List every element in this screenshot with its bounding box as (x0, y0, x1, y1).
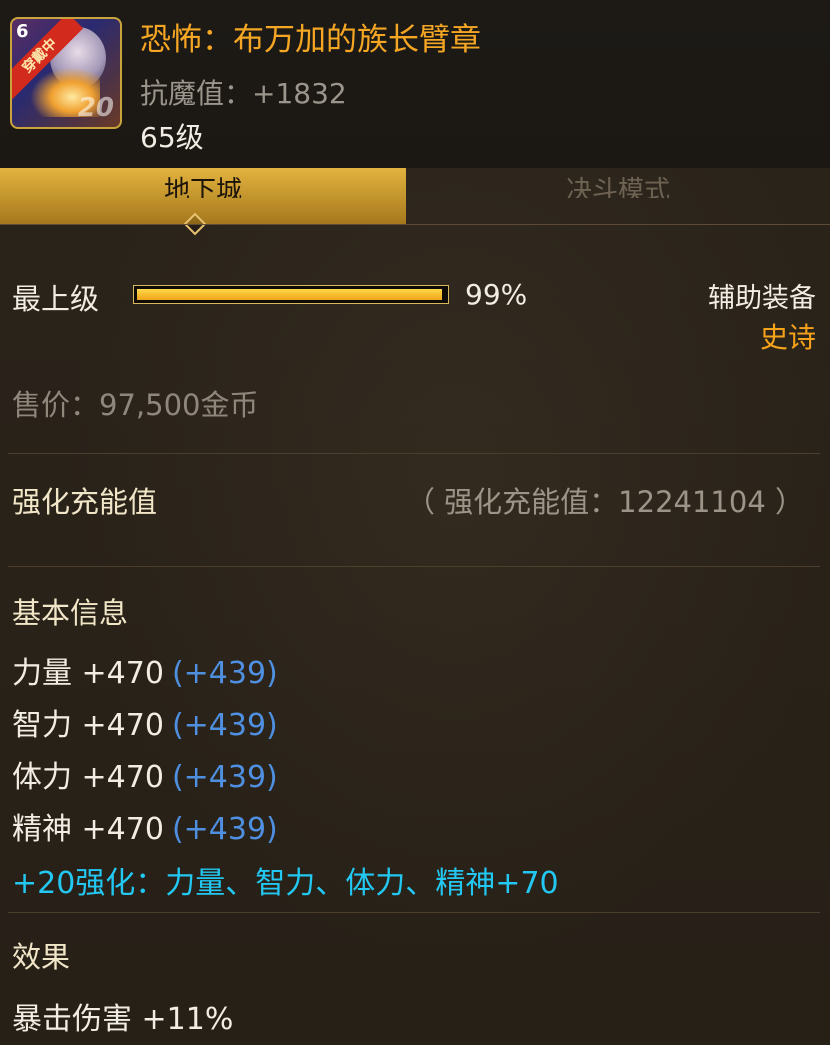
icon-enhance-level: 20 (77, 93, 114, 123)
stat-text: 体力 +470 (12, 760, 164, 795)
divider (8, 566, 820, 567)
tab-pvp-label: 决斗模式 (565, 176, 670, 198)
item-name: 恐怖：布万加的族长臂章 (140, 22, 481, 58)
divider (8, 912, 820, 913)
stat-bonus: (+439) (171, 656, 278, 691)
rarity-badge: 史诗 (759, 321, 816, 354)
tab-dungeon-label: 地下城 (163, 176, 242, 198)
stat-text: 智力 +470 (12, 708, 164, 743)
tab-divider (0, 224, 830, 225)
charge-value: （ 强化充能值：12241104 ） (405, 485, 804, 519)
grade-progress-text: 99% (465, 278, 528, 311)
item-header: 穿戴中 6 20 恐怖：布万加的族长臂章 抗魔值：+1832 65级 (0, 0, 830, 168)
effects-title: 效果 (12, 940, 71, 974)
stat-bonus: (+439) (171, 812, 278, 847)
equipment-type: 辅助装备 (708, 283, 816, 314)
divider (8, 453, 820, 454)
grade-progress-bar (133, 285, 449, 304)
tab-dungeon[interactable]: 地下城 (0, 168, 406, 224)
tab-pvp[interactable]: 决斗模式 (406, 168, 830, 224)
stat-bonus: (+439) (171, 708, 278, 743)
sell-price: 售价：97,500金币 (12, 388, 259, 422)
item-tooltip-panel: 穿戴中 6 20 恐怖：布万加的族长臂章 抗魔值：+1832 65级 地下城 决… (0, 0, 830, 1045)
charge-label: 强化充能值 (12, 485, 158, 519)
grade-progress-fill (137, 289, 442, 300)
mode-tabs: 地下城 决斗模式 (0, 168, 830, 236)
magic-resistance-stat: 抗魔值：+1832 (140, 77, 347, 110)
effect-item: 暴击伤害 +11% (12, 1002, 234, 1037)
stat-text: 力量 +470 (12, 656, 164, 691)
stat-bonus: (+439) (171, 760, 278, 795)
stat-intelligence: 智力 +470 (+439) (12, 700, 278, 744)
stat-vitality: 体力 +470 (+439) (12, 752, 278, 796)
stat-spirit: 精神 +470 (+439) (12, 804, 278, 848)
stat-text: 精神 +470 (12, 812, 164, 847)
basic-info-title: 基本信息 (12, 596, 129, 630)
icon-corner-number: 6 (16, 21, 29, 42)
grade-label: 最上级 (12, 282, 100, 316)
enhance-bonus: +20强化：力量、智力、体力、精神+70 (12, 866, 559, 901)
item-icon[interactable]: 穿戴中 6 20 (10, 17, 122, 129)
stat-strength: 力量 +470 (+439) (12, 648, 278, 692)
item-level: 65级 (140, 121, 204, 154)
